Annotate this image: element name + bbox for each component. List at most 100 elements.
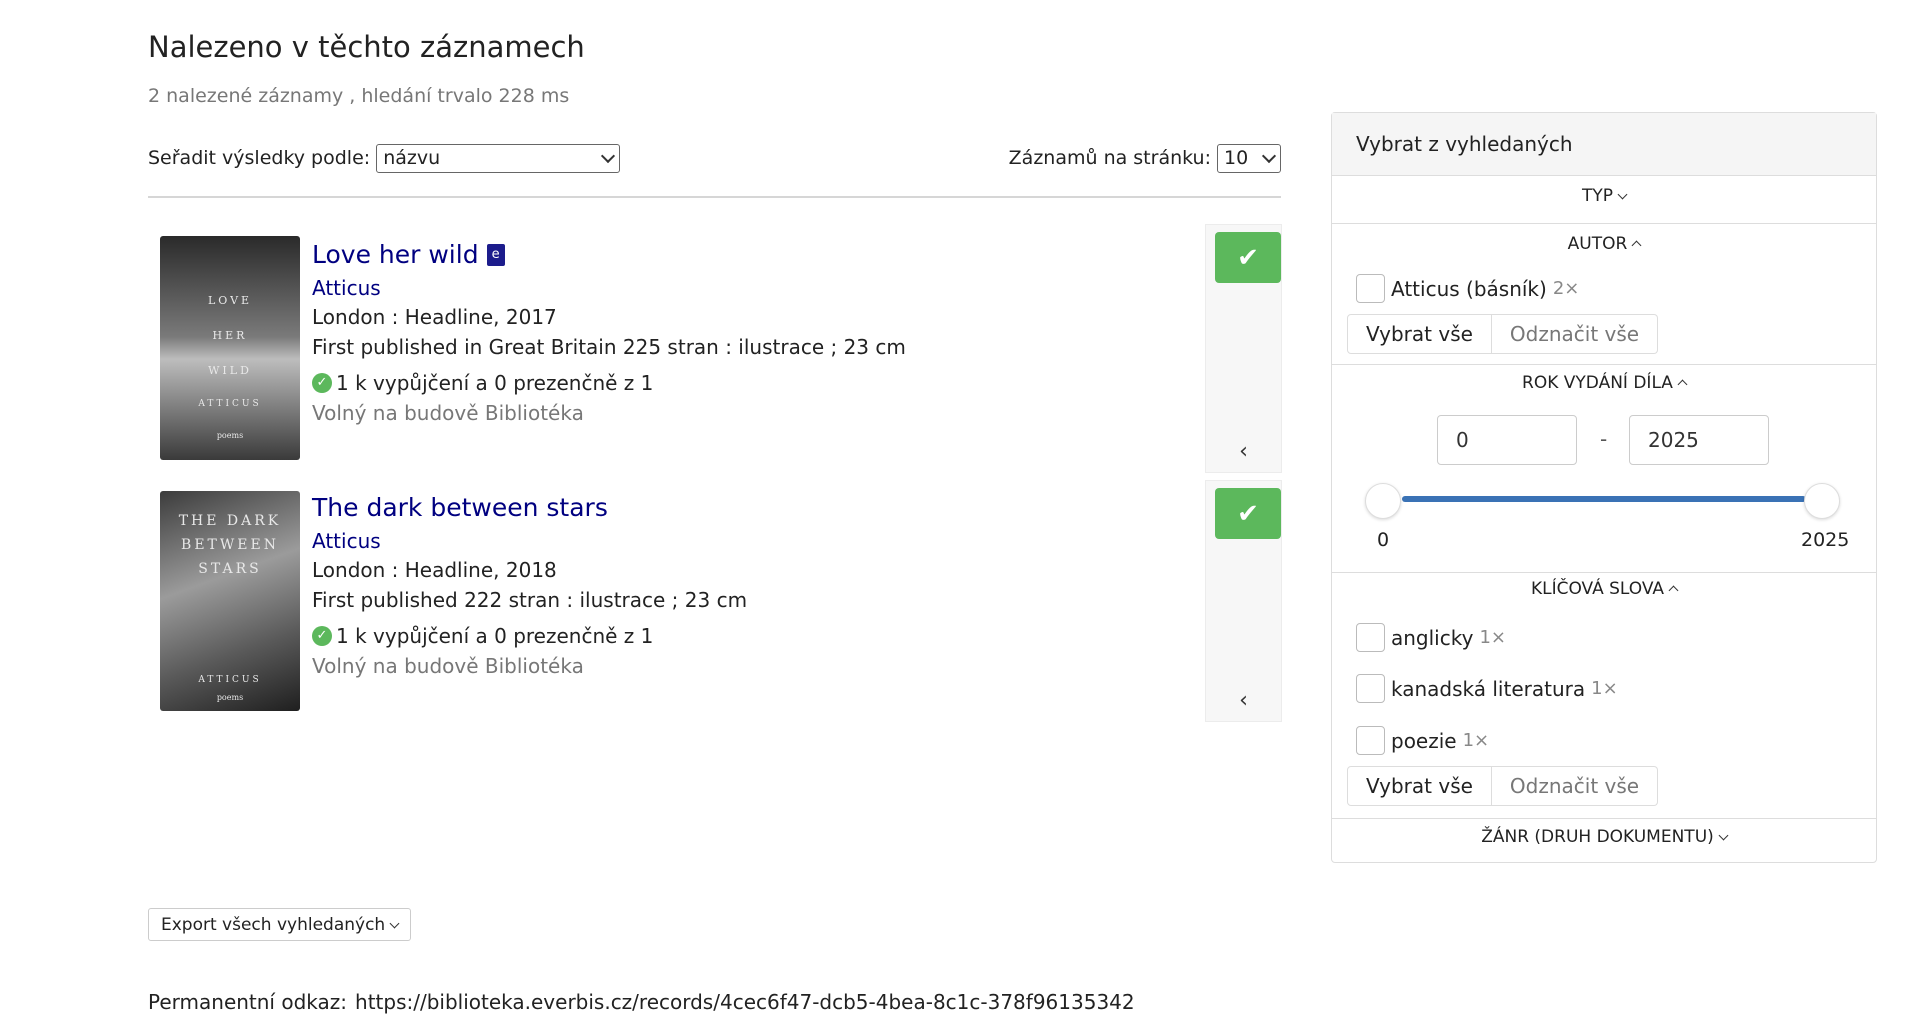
- record-title-link[interactable]: The dark between stars: [312, 491, 608, 525]
- record-imprint: London : Headline, 2018: [312, 558, 557, 582]
- record-item: THE DARK BETWEEN STARS ATTICUS poems The…: [160, 478, 1281, 720]
- check-circle-icon: ✓: [312, 626, 332, 646]
- check-icon: ✔: [1237, 242, 1259, 273]
- facet-rok: ROK VYDÁNÍ DÍLA 0 - 2025 0 2025: [1332, 365, 1876, 573]
- record-availability: ✓ 1 k vypůjčení a 0 prezenčně z 1: [312, 621, 1112, 651]
- results-summary: 2 nalezené záznamy , hledání trvalo 228 …: [148, 85, 570, 107]
- facet-option: Atticus (básník) 2×: [1356, 274, 1579, 303]
- check-icon: ✔: [1237, 498, 1259, 529]
- cover-text: THE DARK: [178, 513, 282, 529]
- facet-option: poezie 1×: [1356, 726, 1489, 755]
- facet-checkbox[interactable]: [1356, 726, 1385, 755]
- deselect-all-button[interactable]: Odznačit vše: [1491, 766, 1659, 806]
- year-slider-track[interactable]: [1402, 496, 1806, 502]
- record-description: First published 222 stran : ilustrace ; …: [312, 588, 748, 612]
- year-to-input[interactable]: 2025: [1629, 415, 1769, 465]
- cover-text: WILD: [208, 364, 252, 377]
- record-author-link[interactable]: Atticus: [312, 274, 1112, 302]
- year-slider-max-label: 2025: [1801, 529, 1850, 551]
- facet-klicova-slova: KLÍČOVÁ SLOVA anglicky 1× kanadská liter…: [1332, 573, 1876, 819]
- facet-typ-toggle[interactable]: TYP: [1332, 186, 1876, 206]
- facet-option-label: anglicky: [1391, 625, 1474, 650]
- record-author-link[interactable]: Atticus: [312, 527, 1112, 555]
- book-cover[interactable]: LOVE HER WILD ATTICUS poems: [160, 236, 300, 460]
- record-item: LOVE HER WILD ATTICUS poems Love her wil…: [160, 224, 1281, 474]
- record-details: The dark between stars Atticus London : …: [312, 491, 1112, 681]
- record-title-link[interactable]: Love her wild: [312, 238, 479, 272]
- sort-select-value: názvu: [383, 147, 441, 169]
- facet-typ: TYP: [1332, 176, 1876, 224]
- year-slider-min-label: 0: [1377, 529, 1390, 551]
- per-page-value: 10: [1224, 147, 1249, 169]
- facet-rok-toggle[interactable]: ROK VYDÁNÍ DÍLA: [1332, 373, 1876, 393]
- sort-control: Seřadit výsledky podle: názvu: [148, 143, 621, 173]
- record-actions: ✔ ‹: [1205, 480, 1282, 722]
- record-location: Volný na budově Bibliotéka: [312, 654, 584, 678]
- deselect-all-button[interactable]: Odznačit vše: [1491, 314, 1659, 354]
- export-dropdown-button[interactable]: Export všech vyhledaných: [148, 908, 412, 941]
- facet-option-label: Atticus (básník): [1391, 276, 1547, 301]
- facet-panel-title: Vybrat z vyhledaných: [1332, 113, 1876, 176]
- facet-klicova-actions: Vybrat vše Odznačit vše: [1347, 766, 1659, 806]
- book-cover[interactable]: THE DARK BETWEEN STARS ATTICUS poems: [160, 491, 300, 711]
- facet-panel: Vybrat z vyhledaných TYP AUTOR Atticus (…: [1331, 112, 1877, 863]
- cover-text: LOVE: [207, 294, 253, 307]
- select-all-button[interactable]: Vybrat vše: [1347, 766, 1492, 806]
- facet-option-count: 1×: [1591, 678, 1618, 699]
- chevron-down-icon: [1261, 148, 1277, 163]
- cover-text: ATTICUS: [198, 675, 262, 685]
- per-page-select[interactable]: 10: [1217, 143, 1281, 173]
- cover-text: poems: [216, 431, 244, 440]
- sort-select[interactable]: názvu: [376, 143, 621, 173]
- facet-checkbox[interactable]: [1356, 674, 1385, 703]
- chevron-left-icon[interactable]: ‹: [1206, 439, 1281, 464]
- cover-text: ATTICUS: [198, 399, 262, 409]
- permalink-label: Permanentní odkaz:: [148, 990, 348, 1014]
- year-from-input[interactable]: 0: [1437, 415, 1577, 465]
- facet-option: anglicky 1×: [1356, 623, 1506, 652]
- chevron-down-icon: [389, 918, 400, 928]
- record-actions: ✔ ‹: [1205, 224, 1282, 473]
- facet-checkbox[interactable]: [1356, 623, 1385, 652]
- cover-text: HER: [212, 329, 248, 342]
- select-record-button[interactable]: ✔: [1215, 232, 1281, 283]
- permalink: Permanentní odkaz: https://biblioteka.ev…: [148, 990, 1135, 1014]
- select-record-button[interactable]: ✔: [1215, 488, 1281, 539]
- chevron-up-icon: [1677, 379, 1688, 390]
- record-location: Volný na budově Bibliotéka: [312, 401, 584, 425]
- record-title: Love her wild e: [312, 238, 1112, 272]
- select-all-button[interactable]: Vybrat vše: [1347, 314, 1492, 354]
- facet-autor-toggle[interactable]: AUTOR: [1332, 234, 1876, 254]
- per-page-control: Záznamů na stránku: 10: [1008, 143, 1281, 173]
- sort-label: Seřadit výsledky podle:: [148, 147, 371, 169]
- cover-text: STARS: [198, 561, 262, 577]
- availability-text: 1 k vypůjčení a 0 prezenčně z 1: [336, 371, 654, 395]
- chevron-up-icon: [1631, 240, 1642, 251]
- cover-text: BETWEEN: [181, 537, 279, 553]
- facet-option-label: poezie: [1391, 728, 1457, 753]
- export-label: Export všech vyhledaných: [161, 914, 386, 935]
- cover-text: poems: [216, 693, 244, 702]
- facet-checkbox[interactable]: [1356, 274, 1385, 303]
- facet-zanr-toggle[interactable]: ŽÁNR (DRUH DOKUMENTU): [1332, 827, 1876, 847]
- record-description: First published in Great Britain 225 str…: [312, 335, 906, 359]
- permalink-url[interactable]: https://biblioteka.everbis.cz/records/4c…: [355, 990, 1135, 1014]
- facet-klicova-label: KLÍČOVÁ SLOVA: [1530, 579, 1665, 599]
- facet-klicova-toggle[interactable]: KLÍČOVÁ SLOVA: [1332, 579, 1876, 599]
- page-title: Nalezeno v těchto záznamech: [148, 30, 585, 64]
- facet-autor: AUTOR Atticus (básník) 2× Vybrat vše Odz…: [1332, 224, 1876, 365]
- chevron-down-icon: [1718, 830, 1729, 841]
- facet-option: kanadská literatura 1×: [1356, 674, 1618, 703]
- facet-zanr-label: ŽÁNR (DRUH DOKUMENTU): [1481, 827, 1714, 847]
- year-range-dash: -: [1600, 427, 1608, 451]
- facet-option-count: 1×: [1479, 627, 1506, 648]
- year-slider-handle-max[interactable]: [1804, 483, 1840, 519]
- chevron-left-icon[interactable]: ‹: [1206, 688, 1281, 713]
- availability-text: 1 k vypůjčení a 0 prezenčně z 1: [336, 624, 654, 648]
- check-circle-icon: ✓: [312, 373, 332, 393]
- per-page-label: Záznamů na stránku:: [1008, 147, 1211, 169]
- facet-autor-actions: Vybrat vše Odznačit vše: [1347, 314, 1659, 354]
- year-slider-handle-min[interactable]: [1365, 483, 1401, 519]
- facet-rok-label: ROK VYDÁNÍ DÍLA: [1522, 373, 1673, 393]
- facet-option-count: 2×: [1552, 278, 1580, 299]
